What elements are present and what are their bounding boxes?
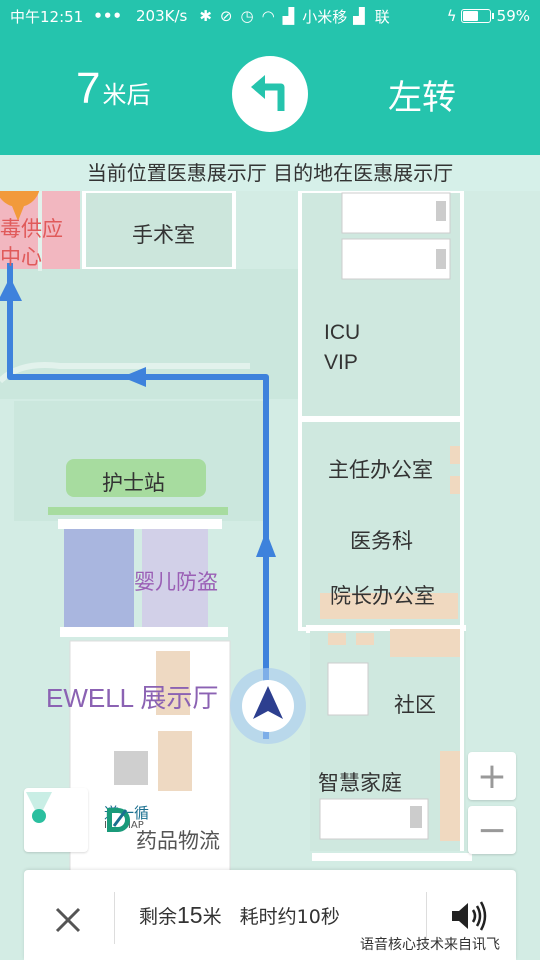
distance-unit: 米后 — [102, 81, 151, 109]
label-infant-security: 婴儿防盗 — [134, 570, 218, 594]
distance-to-turn: 7 米后 — [76, 64, 150, 114]
status-time: 中午12:51 — [10, 7, 84, 26]
label-nurse-station: 护士站 — [102, 471, 165, 495]
beacon-icon — [26, 792, 52, 823]
bluetooth-icon: ✱ — [199, 7, 212, 25]
label-community: 社区 — [394, 693, 436, 717]
label-disinfect-supply: 毒供应 — [0, 217, 63, 241]
charging-icon: ϟ — [446, 7, 457, 25]
locate-button[interactable] — [24, 788, 88, 852]
exit-navigation-button[interactable] — [46, 898, 90, 942]
label-director-office: 主任办公室 — [328, 458, 433, 482]
remaining-distance: 15 — [177, 902, 203, 928]
wifi-icon: ◠ — [261, 7, 275, 25]
remaining-unit: 米 — [202, 906, 222, 928]
label-medical-affairs: 医务科 — [350, 529, 413, 553]
alarm-icon: ◷ — [240, 7, 254, 25]
current-location-marker — [230, 668, 306, 744]
close-icon — [55, 907, 81, 933]
turn-left-arrow-icon — [232, 56, 308, 132]
label-disinfect-center: 中心 — [0, 245, 42, 269]
eta-text: 耗时约10秒 — [239, 906, 340, 928]
zoom-out-button[interactable]: − — [468, 806, 516, 854]
turn-instruction: 7 米后 左转 — [0, 50, 540, 132]
status-carrier1: 小米移 — [302, 7, 348, 26]
status-dots: ••• — [93, 7, 122, 25]
status-speed: 203K/s — [136, 7, 188, 25]
silent-icon: ⊘ — [219, 7, 233, 25]
remaining-info: 剩余15米 耗时约10秒 — [139, 902, 340, 929]
label-smart-home: 智慧家庭 — [318, 771, 402, 795]
map-provider-logo: 道一循 IPSIMAP — [104, 806, 149, 832]
voice-credit: 语音核心技术来自讯飞 — [360, 937, 500, 953]
battery-percent: 59% — [496, 7, 530, 25]
navigation-summary-panel: 剩余15米 耗时约10秒 语音核心技术来自讯飞 — [24, 870, 516, 960]
current-location-bar: 当前位置医惠展示厅 目的地在医惠展示厅 — [0, 155, 540, 191]
label-vip: VIP — [324, 351, 358, 374]
logo-icon — [107, 808, 130, 832]
status-bar: 中午12:51 ••• 203K/s ✱ ⊘ ◷ ◠ ▟ 小米移 ▟ 联 ϟ 5… — [0, 0, 540, 32]
nav-header: 中午12:51 ••• 203K/s ✱ ⊘ ◷ ◠ ▟ 小米移 ▟ 联 ϟ 5… — [0, 0, 540, 155]
battery-icon — [460, 9, 494, 23]
turn-direction-label: 左转 — [388, 78, 456, 118]
divider — [114, 892, 115, 944]
label-icu: ICU — [324, 321, 361, 344]
speaker-icon — [452, 901, 487, 931]
zoom-in-button[interactable]: + — [468, 752, 516, 800]
label-operating-room: 手术室 — [132, 223, 195, 247]
distance-value: 7 — [76, 64, 101, 113]
label-president-office: 院长办公室 — [330, 584, 435, 608]
status-carrier2: 联 — [374, 7, 390, 26]
indoor-map[interactable]: 毒供应 中心 手术室 ICU VIP 主任办公室 医务科 护士站 婴儿防盗 院长… — [0, 191, 540, 960]
signal-icon: ▟ — [282, 7, 295, 25]
label-ewell-hall: EWELL 展示厅 — [46, 683, 219, 713]
signal-icon: ▟ — [353, 7, 365, 25]
remaining-prefix: 剩余 — [139, 906, 178, 928]
voice-toggle-button[interactable] — [448, 898, 492, 934]
status-icons: ✱ ⊘ ◷ ◠ ▟ — [199, 7, 294, 25]
